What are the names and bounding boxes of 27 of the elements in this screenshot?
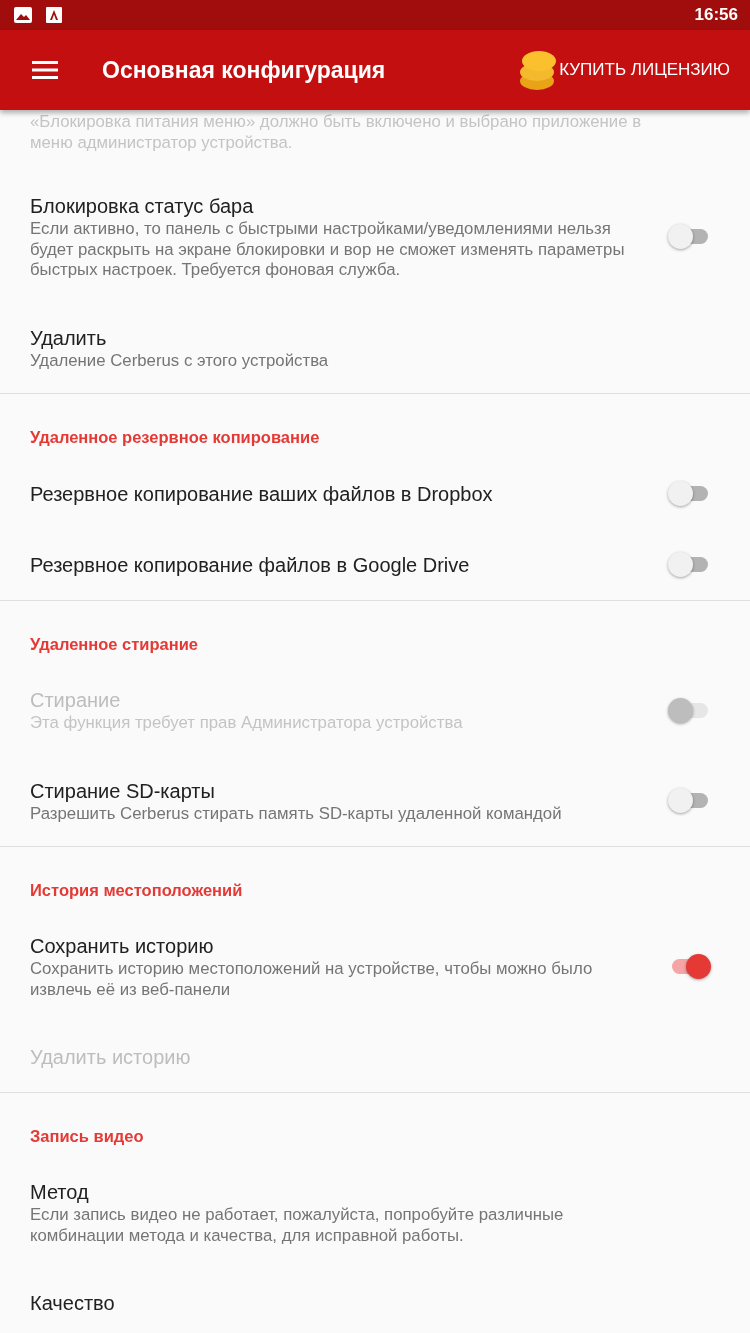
toggle-switch[interactable]: [668, 787, 710, 815]
setting-title[interactable]: Стирание SD-карты: [30, 777, 655, 804]
toggle-switch[interactable]: [668, 551, 710, 578]
section-header: Удаленное резервное копирование: [29, 427, 321, 448]
setting-title[interactable]: Метод: [30, 1179, 655, 1205]
setting-title[interactable]: Резервное копирование файлов в Google Drive: [30, 551, 655, 578]
setting-title[interactable]: Сохранить историю: [30, 933, 655, 959]
toggle-switch[interactable]: [668, 480, 710, 507]
toggle-switch[interactable]: [668, 223, 710, 251]
setting-summary: Удаление Cerberus с этого устройства: [30, 350, 330, 371]
notification-icon: [46, 7, 62, 23]
image-icon: [14, 7, 32, 23]
setting-summary: Если активно, то панель с быстрыми настройками/уведомлениями нельзя будет раскрыть на экране блокировки и вор не сможет изменять параметры быстрых настроек. Требуется фоновая служба.: [30, 219, 626, 281]
status-time: 16:56: [694, 5, 738, 25]
setting-summary: Разрешить Cerberus стирать память SD-карты удаленной командой: [30, 803, 563, 824]
setting-title[interactable]: Удалить: [30, 324, 655, 351]
setting-title[interactable]: Блокировка статус бара: [30, 193, 655, 219]
setting-summary: Сохранить историю местоположений на устройстве, чтобы можно было извлечь её из веб-панели: [30, 959, 594, 1000]
menu-icon[interactable]: [32, 60, 58, 80]
section-header: История местоположений: [29, 880, 244, 901]
section-header: Удаленное стирание: [29, 634, 200, 655]
buy-license-button[interactable]: КУПИТЬ ЛИЦЕНЗИЮ: [517, 48, 730, 92]
section-header: Запись видео: [29, 1126, 145, 1147]
setting-title[interactable]: Качество: [30, 1290, 655, 1316]
setting-title[interactable]: Резервное копирование ваших файлов в Dropbox: [30, 480, 655, 507]
screen-title: Основная конфигурация: [102, 56, 386, 84]
setting-summary: Если запись видео не работает, пожалуйста, попробуйте различные комбинации метода и качества, для исправной работы.: [30, 1205, 565, 1246]
